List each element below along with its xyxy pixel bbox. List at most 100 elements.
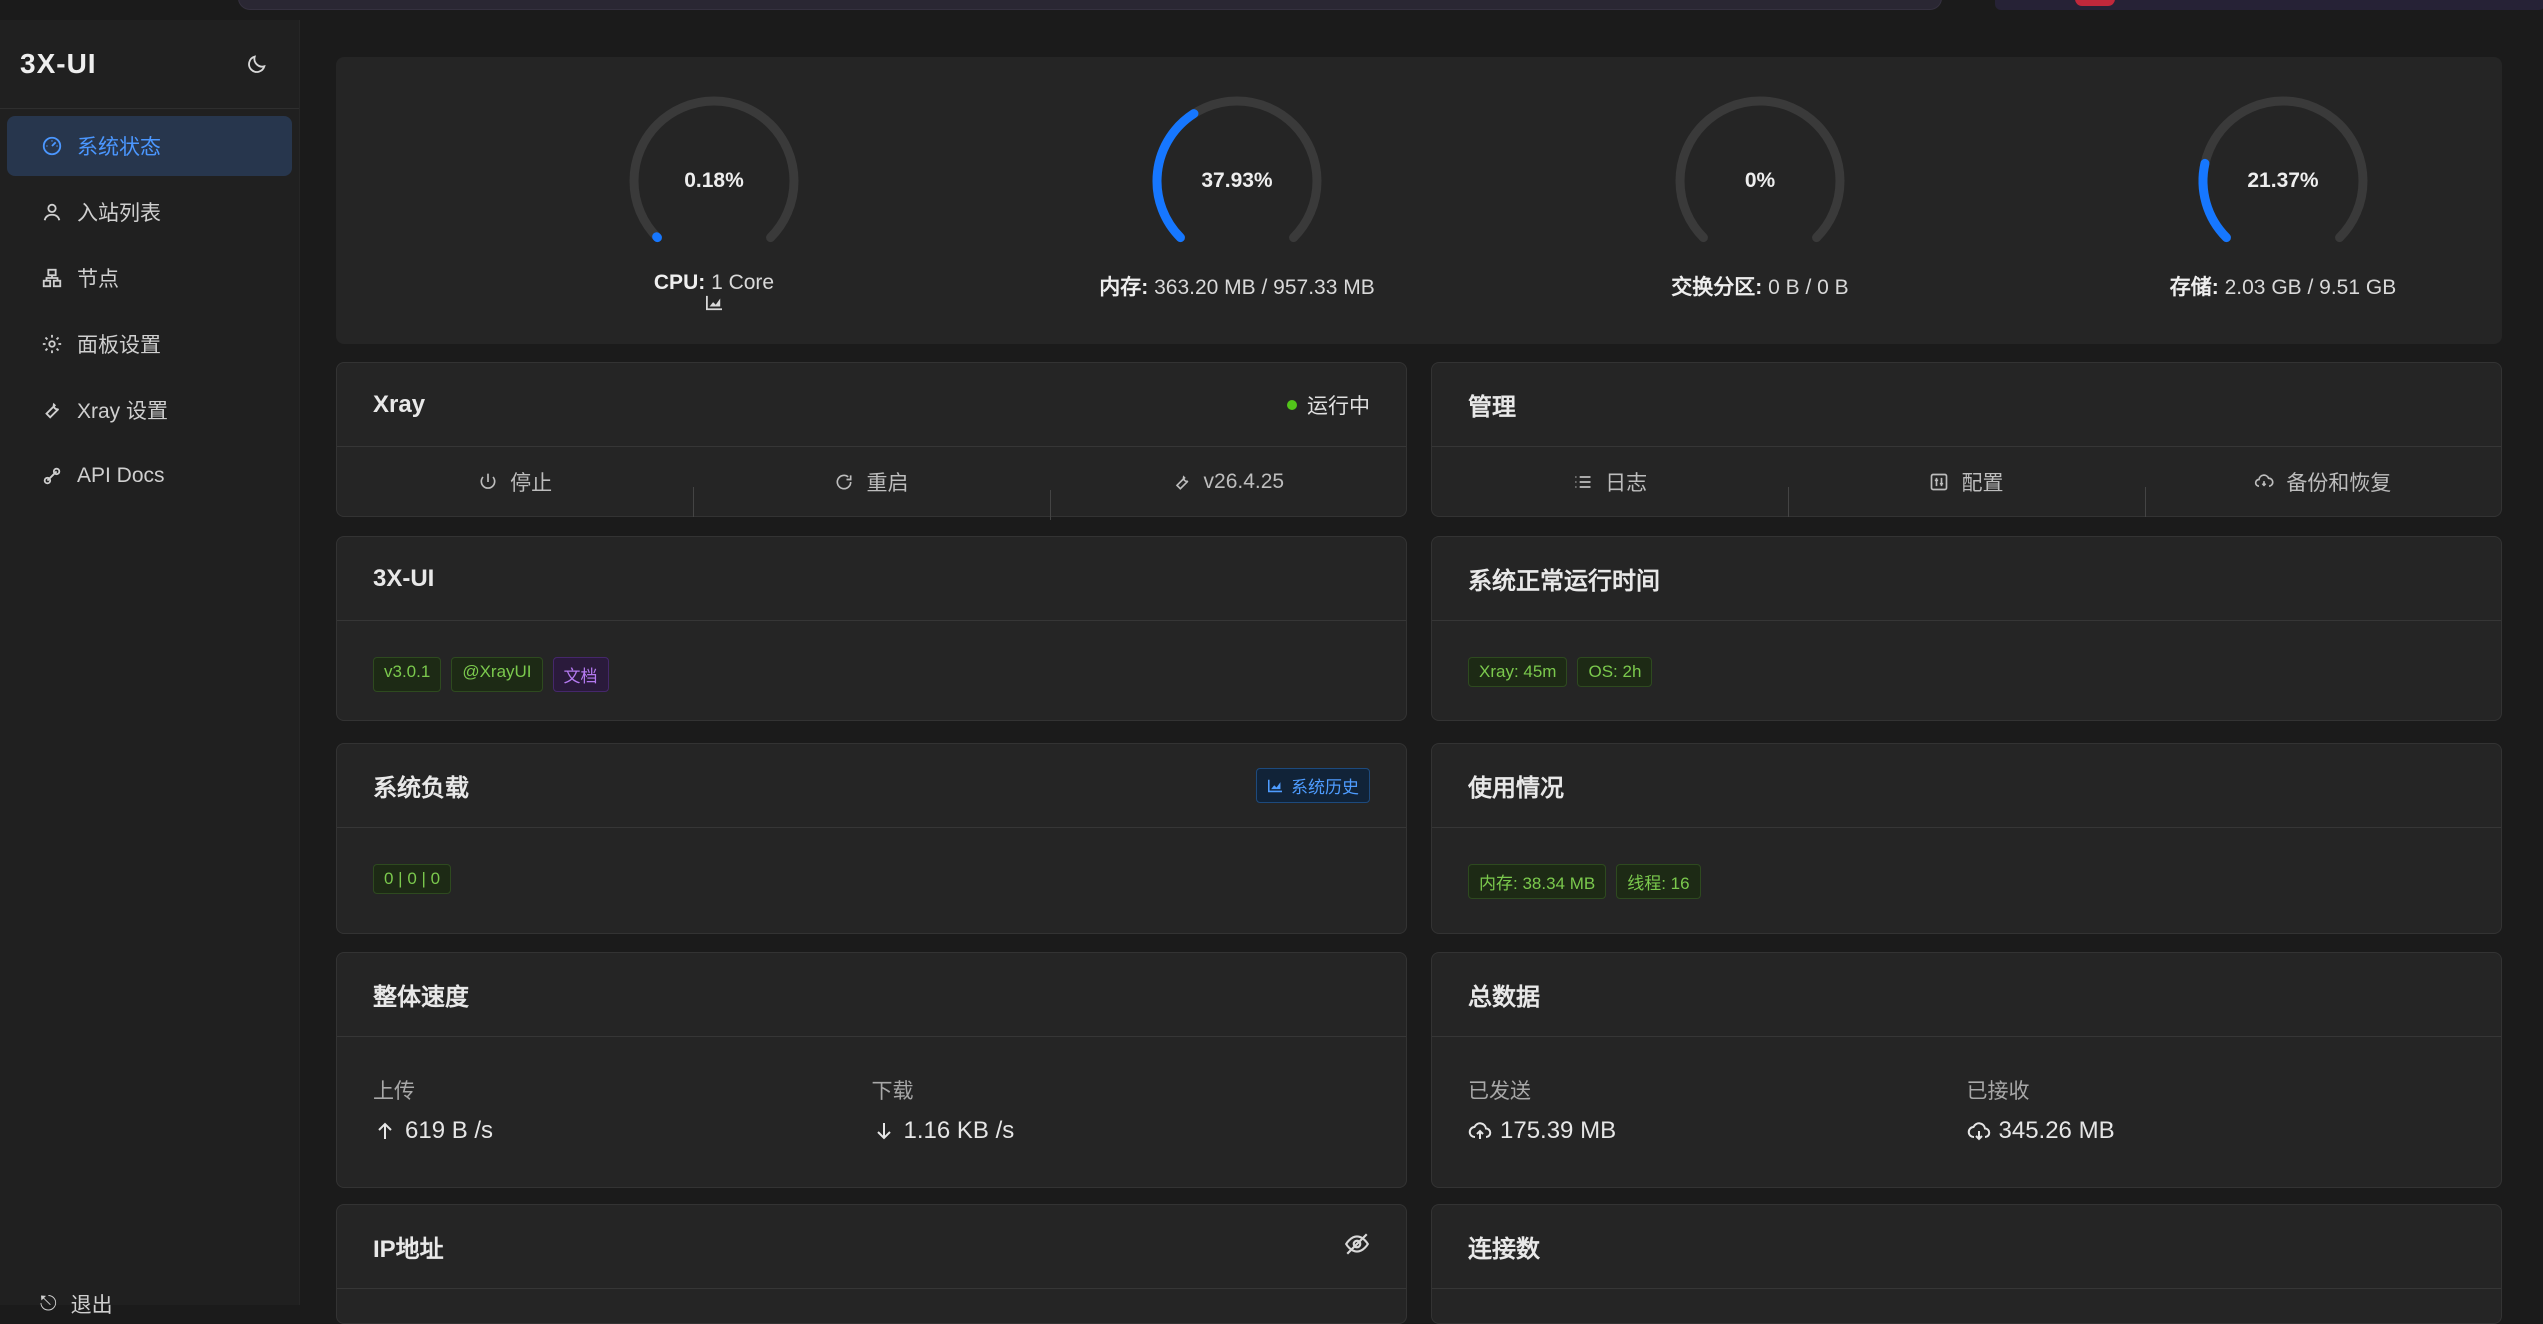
xray-status: 运行中 [1287, 390, 1370, 420]
received-row: 345.26 MB [1967, 1117, 2466, 1145]
tool-icon [41, 399, 63, 421]
manage-title: 管理 [1468, 394, 1516, 421]
received-stat: 已接收 345.26 MB [1967, 1075, 2466, 1145]
sidebar-item-api-docs[interactable]: API Docs [7, 446, 292, 506]
manage-card-header: 管理 [1432, 363, 2501, 447]
totals-header: 总数据 [1432, 953, 2501, 1037]
logout-button[interactable]: ⎋ 退出 [40, 1289, 113, 1319]
backup-button[interactable]: 备份和恢复 [2144, 467, 2501, 517]
docs-link-tag[interactable]: 文档 [552, 657, 609, 692]
config-button[interactable]: 配置 [1788, 467, 2144, 517]
usage-card: 使用情况 内存: 38.34 MB 线程: 16 [1431, 743, 2502, 934]
gauge-label-value: 363.20 MB / 957.33 MB [1154, 276, 1375, 299]
sidebar-brand: 3X-UI [0, 20, 299, 109]
sent-label: 已发送 [1468, 1080, 1531, 1103]
upload-label: 上传 [373, 1080, 415, 1103]
restart-button[interactable]: 重启 [693, 467, 1049, 517]
logs-button[interactable]: 日志 [1432, 467, 1788, 497]
control-icon [1931, 473, 1948, 491]
upload-row: 619 B /s [373, 1117, 872, 1145]
memory-usage-tag: 内存: 38.34 MB [1468, 864, 1607, 899]
sidebar-item-xray-settings[interactable]: Xray 设置 [7, 380, 292, 440]
sent-value: 175.39 MB [1500, 1117, 1617, 1144]
browser-top-strip [0, 0, 2543, 20]
connections-card: 连接数 [1431, 1204, 2502, 1324]
sidebar-item-label: 系统状态 [77, 136, 161, 159]
stop-label: 停止 [510, 472, 553, 495]
usage-tags: 内存: 38.34 MB 线程: 16 [1468, 864, 2465, 899]
speed-card: 整体速度 上传 619 B /s 下载 1.16 KB /s [336, 952, 1407, 1188]
panel-info-body: v3.0.1 @XrayUI 文档 [337, 621, 1406, 728]
threads-tag: 线程: 16 [1616, 864, 1701, 899]
eye-invisible-icon[interactable] [1344, 1231, 1370, 1262]
received-label: 已接收 [1966, 1080, 2030, 1103]
sidebar-item-label: 面板设置 [77, 334, 161, 357]
logout-icon: ⎋ [40, 1292, 57, 1315]
system-load-card: 系统负载 系统历史 0 | 0 | 0 [336, 743, 1407, 934]
stop-button[interactable]: 停止 [337, 467, 693, 497]
version-label: v26.4.25 [1203, 470, 1285, 493]
sidebar-item-system-status[interactable]: 系统状态 [7, 116, 292, 176]
gauge-label: CPU: 1 Core [454, 271, 974, 311]
cloud-download-icon [1967, 1122, 1990, 1141]
config-label: 配置 [1961, 472, 2004, 495]
ip-title: IP地址 [373, 1236, 444, 1263]
sidebar-nav: 系统状态 入站列表 节点 面板设置 Xray 设置 API Docs [0, 109, 299, 506]
gauge-fill [652, 232, 662, 243]
sent-row: 175.39 MB [1468, 1117, 1967, 1145]
gauge-label-key: CPU: [653, 271, 706, 294]
xray-actions: 停止 重启 v26.4.25 [337, 447, 1406, 520]
chart-icon[interactable] [454, 295, 974, 311]
manage-card: 管理 日志 配置 备份和恢复 [1431, 362, 2502, 517]
system-load-header: 系统负载 系统历史 [337, 744, 1406, 828]
cloud-upload-icon [1468, 1122, 1492, 1139]
logs-label: 日志 [1605, 472, 1648, 495]
usage-title: 使用情况 [1468, 775, 1564, 802]
system-load-title: 系统负载 [373, 775, 469, 802]
gauge-percent: 0.18% [684, 169, 744, 192]
uptime-body: Xray: 45m OS: 2h [1432, 621, 2501, 723]
gauge-label-key: 交换分区: [1671, 276, 1763, 299]
gauge-swap: 0% 交换分区: 0 B / 0 B [1500, 91, 2020, 301]
gauge-label-value: 0 B / 0 B [1768, 276, 1849, 299]
panel-info-title: 3X-UI [373, 564, 435, 592]
gauge-storage: 21.37% 存储: 2.03 GB / 9.51 GB [2023, 91, 2543, 301]
telegram-link-tag[interactable]: @XrayUI [451, 657, 543, 692]
brand-name: 3X-UI [20, 48, 97, 79]
load-average-tag: 0 | 0 | 0 [373, 864, 452, 894]
sidebar: 3X-UI 系统状态 入站列表 节点 面板设置 Xray 设置 API Docs… [0, 20, 300, 1317]
connections-title: 连接数 [1468, 1236, 1540, 1263]
moon-icon[interactable] [245, 52, 269, 76]
sidebar-item-label: Xray 设置 [77, 400, 169, 423]
version-button[interactable]: v26.4.25 [1049, 470, 1406, 520]
gauge-label-key: 存储: [2169, 276, 2219, 299]
sidebar-item-inbounds[interactable]: 入站列表 [7, 182, 292, 242]
upload-value: 619 B /s [405, 1117, 494, 1144]
sent-stat: 已发送 175.39 MB [1468, 1075, 1967, 1145]
version-tag: v3.0.1 [373, 657, 442, 692]
gauge-cpu: 0.18% CPU: 1 Core [454, 91, 974, 311]
gauge-label: 内存: 363.20 MB / 957.33 MB [977, 271, 1497, 301]
cloud-sync-icon [2255, 474, 2274, 487]
uptime-card: 系统正常运行时间 Xray: 45m OS: 2h [1431, 536, 2502, 721]
gear-icon [41, 333, 63, 355]
sidebar-item-panel-settings[interactable]: 面板设置 [7, 314, 292, 374]
system-history-button[interactable]: 系统历史 [1256, 768, 1370, 803]
arrow-down-icon [876, 1123, 891, 1140]
address-bar[interactable] [238, 0, 1942, 10]
totals-card: 总数据 已发送 175.39 MB 已接收 345.26 MB [1431, 952, 2502, 1188]
user-icon [41, 201, 63, 223]
gauge-label: 存储: 2.03 GB / 9.51 GB [2023, 271, 2543, 301]
download-label: 下载 [871, 1080, 914, 1103]
gauge-label-value: 1 Core [711, 271, 775, 294]
manage-actions: 日志 配置 备份和恢复 [1432, 447, 2501, 517]
dashboard-icon [41, 135, 63, 157]
usage-body: 内存: 38.34 MB 线程: 16 [1432, 828, 2501, 935]
system-load-body: 0 | 0 | 0 [337, 828, 1406, 930]
usage-header: 使用情况 [1432, 744, 2501, 828]
sidebar-item-nodes[interactable]: 节点 [7, 248, 292, 308]
sidebar-item-label: 入站列表 [77, 202, 161, 225]
sidebar-item-label: API Docs [77, 464, 165, 487]
upload-stat: 上传 619 B /s [373, 1075, 872, 1145]
restart-label: 重启 [866, 472, 909, 495]
